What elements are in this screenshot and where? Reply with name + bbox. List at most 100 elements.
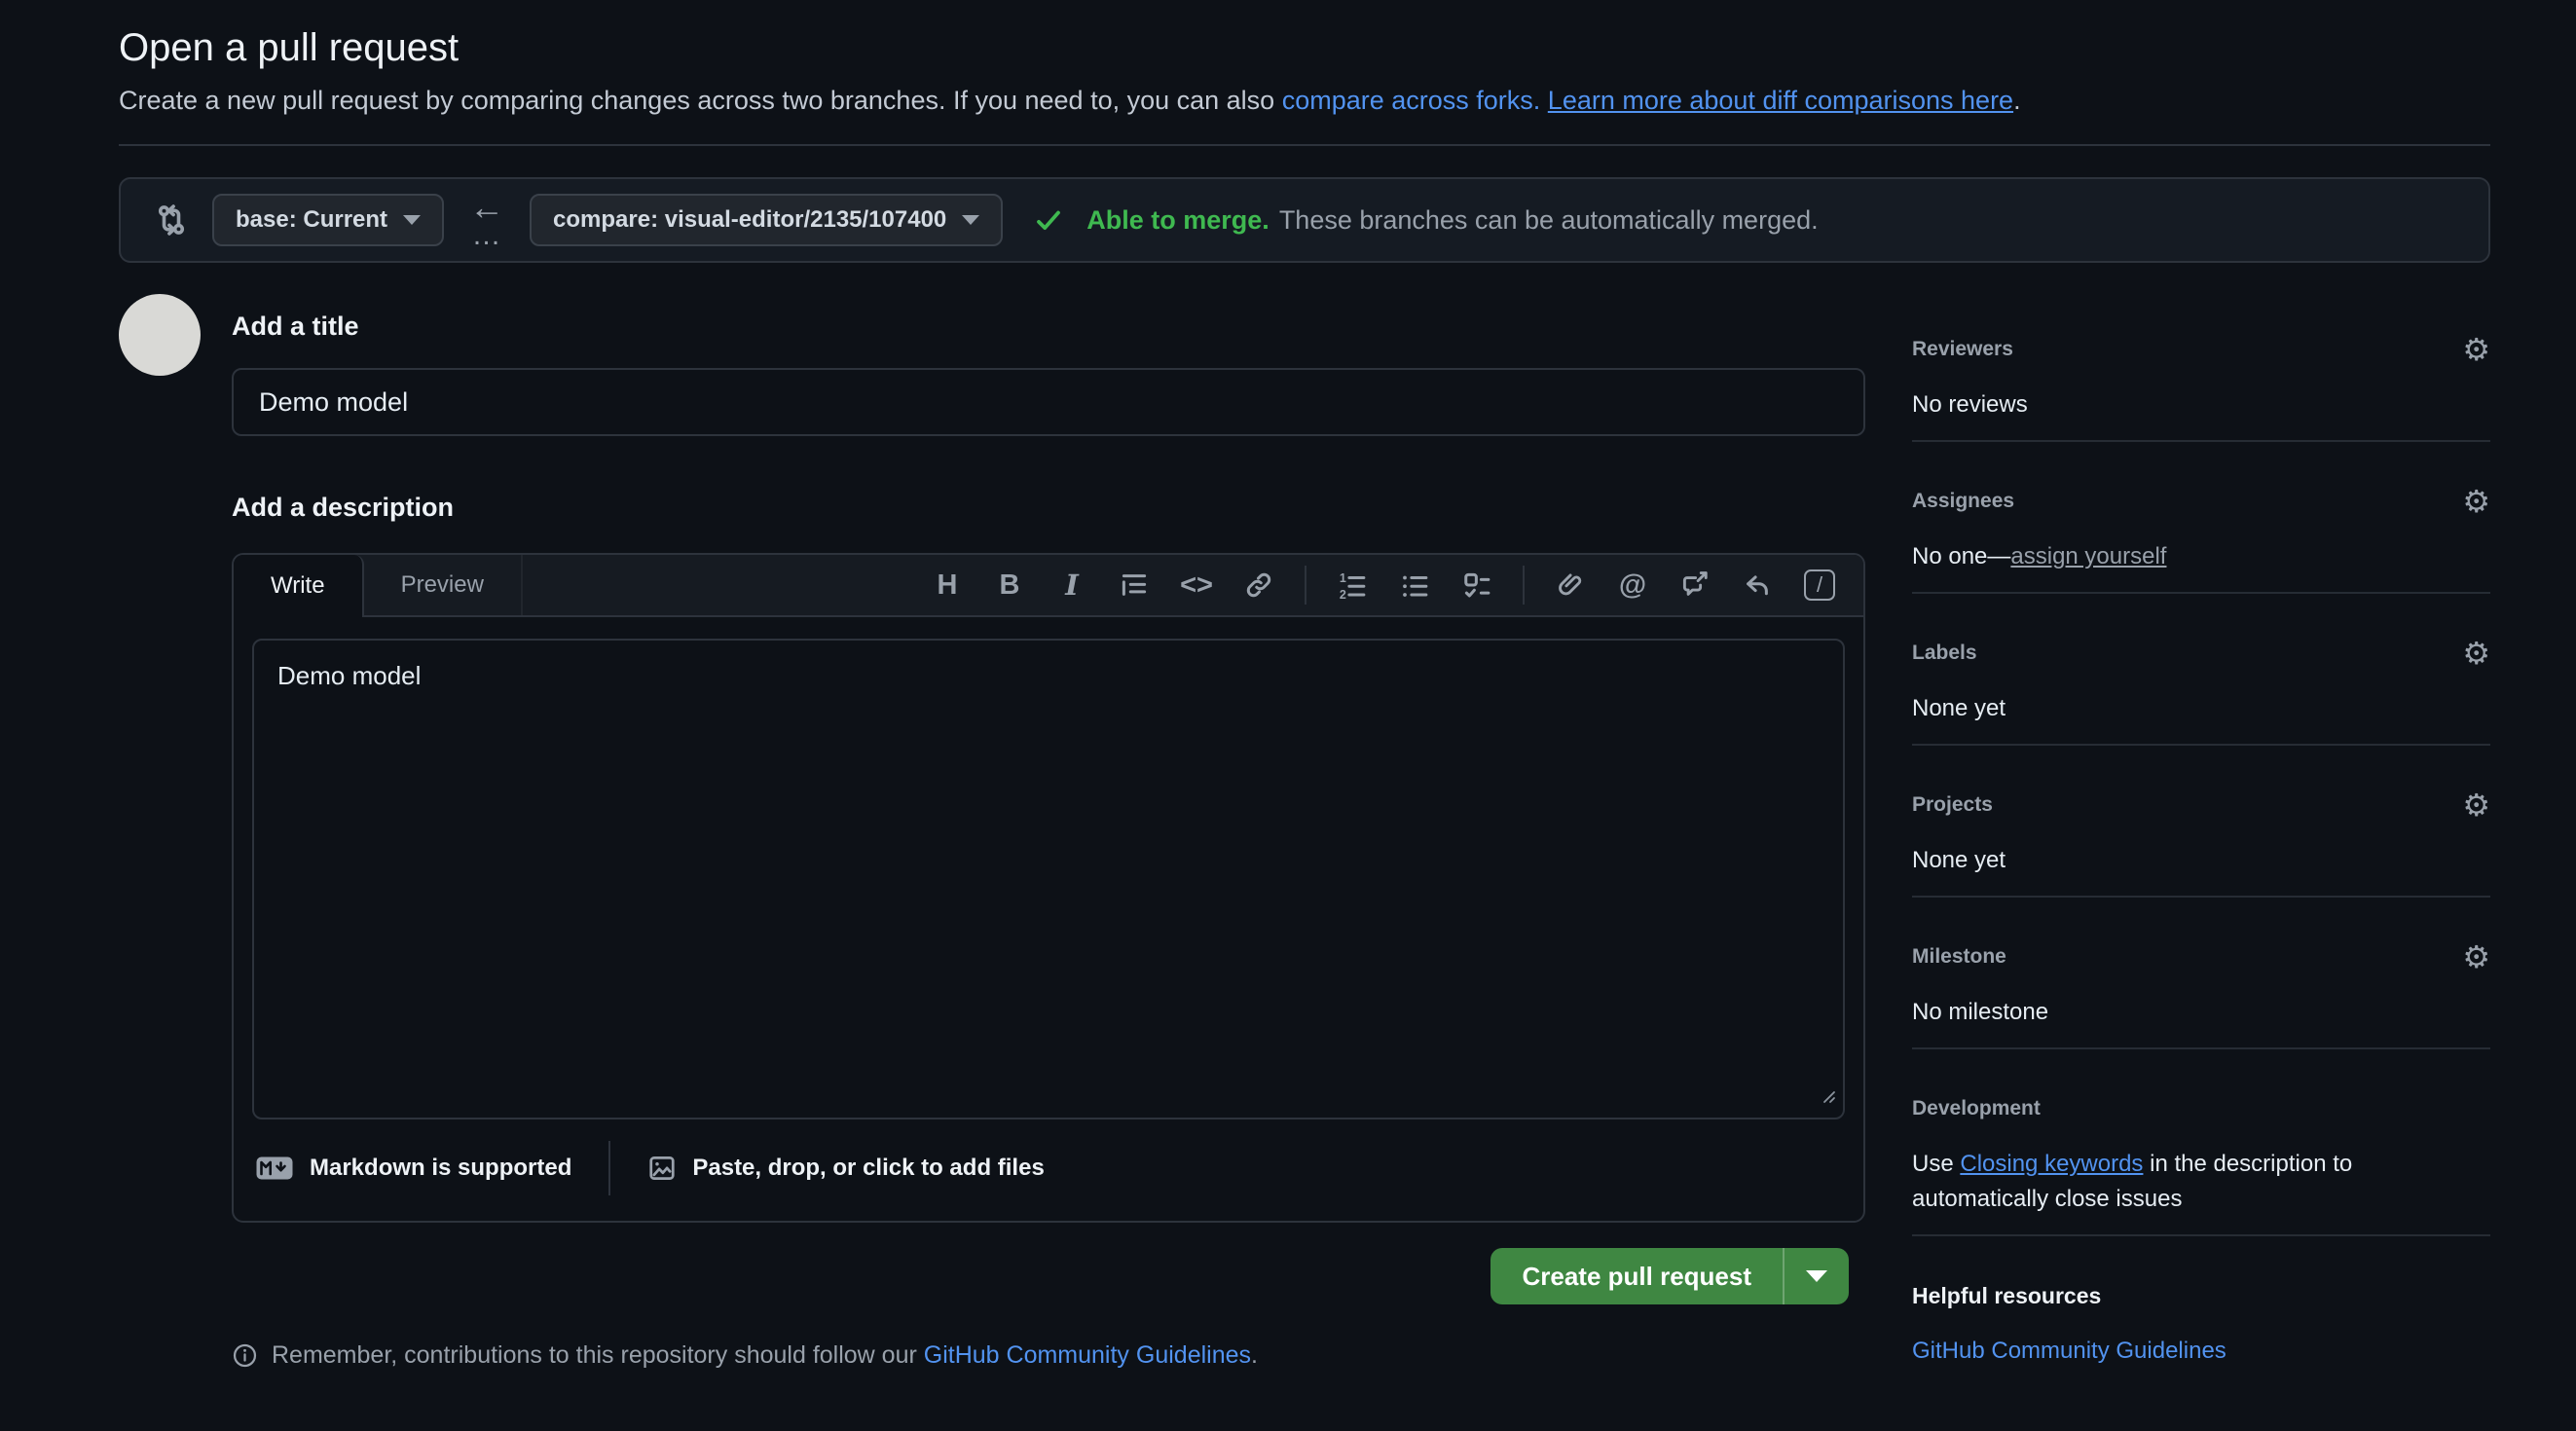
footer-divider xyxy=(608,1141,610,1195)
subtitle-text: Create a new pull request by comparing c… xyxy=(119,86,1282,115)
gear-icon[interactable]: ⚙ xyxy=(2462,334,2490,365)
assign-yourself-link[interactable]: assign yourself xyxy=(2010,543,2166,569)
open-pull-request-page: Open a pull request Create a new pull re… xyxy=(0,0,2576,1431)
attach-files-label: Paste, drop, or click to add files xyxy=(692,1155,1044,1182)
sidebar-section-development: Development Use Closing keywords in the … xyxy=(1912,1094,2490,1236)
chevron-down-icon xyxy=(403,215,421,225)
mention-icon[interactable]: @ xyxy=(1616,569,1649,602)
create-pull-request-button[interactable]: Create pull request xyxy=(1490,1248,1783,1304)
markdown-supported-label: Markdown is supported xyxy=(310,1155,571,1182)
community-guidelines-link[interactable]: GitHub Community Guidelines xyxy=(924,1341,1251,1369)
merge-status-ok: Able to merge. xyxy=(1086,205,1270,235)
markdown-supported-link[interactable]: Markdown is supported xyxy=(255,1155,571,1182)
sidebar-section-helpful-resources: Helpful resources GitHub Community Guide… xyxy=(1912,1281,2490,1386)
editor-toolbar: H B I <> 12 xyxy=(931,555,1863,615)
gear-icon[interactable]: ⚙ xyxy=(2462,789,2490,821)
closing-keywords-link[interactable]: Closing keywords xyxy=(1960,1151,2143,1177)
create-pull-request-dropdown[interactable] xyxy=(1783,1248,1849,1304)
bullet-list-icon[interactable] xyxy=(1398,569,1431,602)
title-input[interactable] xyxy=(232,368,1865,436)
branch-compare-bar: base: Current ← … compare: visual-editor… xyxy=(119,177,2490,263)
compare-across-forks-link[interactable]: compare across forks. xyxy=(1282,86,1541,115)
reviewers-title: Reviewers xyxy=(1912,338,2013,361)
info-icon xyxy=(232,1342,258,1369)
markdown-editor: Write Preview H B I <> xyxy=(232,553,1865,1223)
base-branch-label: base: Current xyxy=(236,206,387,234)
assignees-body: No one—assign yourself xyxy=(1912,539,2490,574)
development-title: Development xyxy=(1912,1097,2041,1120)
create-pull-request-split-button: Create pull request xyxy=(1490,1248,1849,1304)
gear-icon[interactable]: ⚙ xyxy=(2462,486,2490,517)
reply-icon[interactable] xyxy=(1741,569,1774,602)
tab-write[interactable]: Write xyxy=(234,555,364,617)
labels-title: Labels xyxy=(1912,642,1977,665)
image-icon xyxy=(647,1154,677,1183)
slash-command-icon[interactable]: / xyxy=(1803,569,1836,602)
sidebar-section-projects: Projects ⚙ None yet xyxy=(1912,790,2490,898)
quote-icon[interactable] xyxy=(1118,569,1151,602)
italic-icon[interactable]: I xyxy=(1055,569,1088,602)
labels-body: None yet xyxy=(1912,691,2490,726)
numbered-list-icon[interactable]: 12 xyxy=(1336,569,1369,602)
projects-body: None yet xyxy=(1912,843,2490,878)
description-label: Add a description xyxy=(232,491,1865,524)
page-subtitle: Create a new pull request by comparing c… xyxy=(119,82,2490,119)
svg-text:2: 2 xyxy=(1340,588,1346,600)
heading-icon[interactable]: H xyxy=(931,569,964,602)
header-divider xyxy=(119,144,2490,146)
link-icon[interactable] xyxy=(1242,569,1275,602)
resize-grip[interactable] xyxy=(1820,1087,1837,1110)
title-label: Add a title xyxy=(232,310,1865,343)
base-branch-selector[interactable]: base: Current xyxy=(212,194,444,246)
check-icon xyxy=(1034,205,1063,235)
caret-down-icon xyxy=(1806,1270,1827,1282)
gear-icon[interactable]: ⚙ xyxy=(2462,941,2490,972)
editor-tab-bar: Write Preview H B I <> xyxy=(234,555,1863,617)
paperclip-icon[interactable] xyxy=(1554,569,1587,602)
git-compare-icon xyxy=(154,202,189,238)
sidebar-section-labels: Labels ⚙ None yet xyxy=(1912,639,2490,746)
task-list-icon[interactable] xyxy=(1460,569,1493,602)
page-title: Open a pull request xyxy=(119,25,2490,70)
range-direction-indicator: ← … xyxy=(469,190,504,250)
bold-icon[interactable]: B xyxy=(993,569,1026,602)
description-textarea[interactable]: Demo model xyxy=(252,639,1845,1119)
pull-request-form: Add a title Add a description Write Prev… xyxy=(232,294,1865,1370)
code-icon[interactable]: <> xyxy=(1180,569,1213,602)
projects-title: Projects xyxy=(1912,793,1993,817)
attach-files-button[interactable]: Paste, drop, or click to add files xyxy=(647,1154,1044,1183)
guidelines-note: Remember, contributions to this reposito… xyxy=(232,1341,1865,1370)
diff-comparisons-link[interactable]: Learn more about diff comparisons here xyxy=(1548,86,2013,115)
compare-branch-label: compare: visual-editor/2135/107400 xyxy=(553,206,946,234)
gear-icon[interactable]: ⚙ xyxy=(2462,638,2490,669)
avatar xyxy=(119,294,201,376)
tab-preview[interactable]: Preview xyxy=(364,555,523,615)
milestone-body: No milestone xyxy=(1912,995,2490,1030)
sidebar-section-reviewers: Reviewers ⚙ No reviews xyxy=(1912,335,2490,442)
editor-footer: Markdown is supported Paste, drop, or cl… xyxy=(234,1119,1863,1221)
toolbar-divider xyxy=(1523,566,1525,605)
sidebar-section-milestone: Milestone ⚙ No milestone xyxy=(1912,942,2490,1049)
svg-text:1: 1 xyxy=(1340,571,1346,585)
assignees-title: Assignees xyxy=(1912,490,2014,513)
milestone-title: Milestone xyxy=(1912,945,2006,969)
cross-reference-icon[interactable] xyxy=(1678,569,1711,602)
form-actions: Create pull request xyxy=(232,1248,1865,1304)
development-body: Use Closing keywords in the description … xyxy=(1912,1147,2490,1217)
compare-branch-selector[interactable]: compare: visual-editor/2135/107400 xyxy=(530,194,1003,246)
sidebar: Reviewers ⚙ No reviews Assignees ⚙ No on… xyxy=(1912,294,2490,1431)
markdown-icon xyxy=(255,1156,294,1181)
toolbar-divider xyxy=(1305,566,1306,605)
editor-body: Demo model xyxy=(234,617,1863,1119)
merge-status: Able to merge. These branches can be auto… xyxy=(1086,205,1818,236)
merge-status-detail: These branches can be automatically merg… xyxy=(1279,205,1819,235)
community-guidelines-sidebar-link[interactable]: GitHub Community Guidelines xyxy=(1912,1338,2226,1364)
main-row: Add a title Add a description Write Prev… xyxy=(119,294,2490,1431)
guidelines-note-text: Remember, contributions to this reposito… xyxy=(272,1341,1258,1370)
reviewers-body: No reviews xyxy=(1912,387,2490,422)
helpful-resources-title: Helpful resources xyxy=(1912,1283,2101,1309)
helpful-resources-body: GitHub Community Guidelines xyxy=(1912,1334,2490,1369)
chevron-down-icon xyxy=(962,215,979,225)
sidebar-section-assignees: Assignees ⚙ No one—assign yourself xyxy=(1912,487,2490,594)
ellipsis-icon: … xyxy=(472,221,502,250)
